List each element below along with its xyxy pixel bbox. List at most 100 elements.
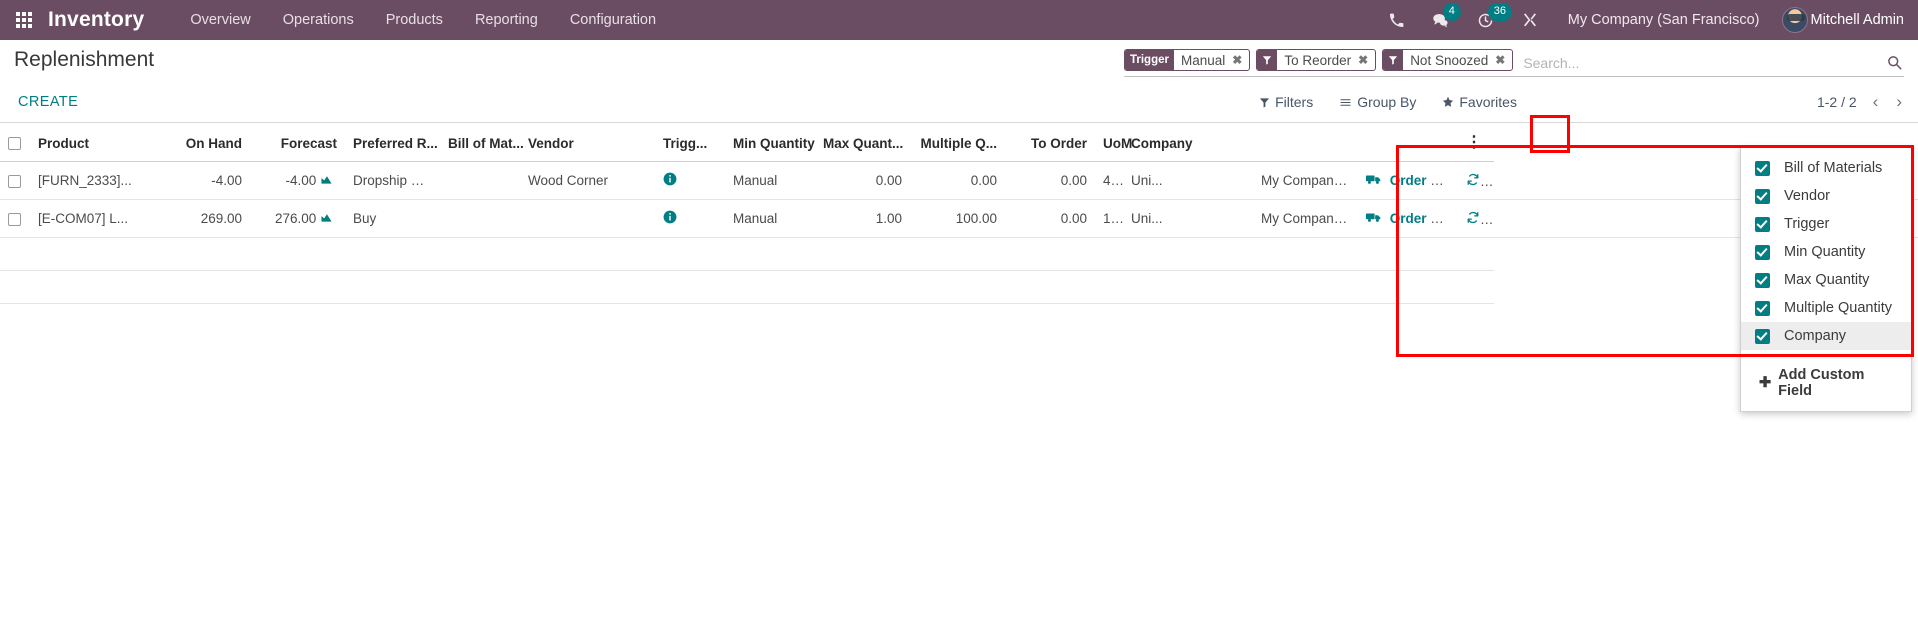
checkbox-checked-icon[interactable] [1755, 272, 1770, 288]
add-custom-field-button[interactable]: ✚ Add Custom Field [1741, 357, 1911, 411]
search-input[interactable] [1519, 49, 1877, 76]
facet-value: Manual [1180, 52, 1226, 68]
checkbox-checked-icon[interactable] [1755, 244, 1770, 260]
table-row[interactable]: [FURN_2333]... -4.00 -4.00 Dropship Su..… [0, 161, 1918, 200]
activities-clock-icon[interactable]: 36 [1477, 2, 1512, 29]
column-forecast[interactable]: Forecast [250, 123, 345, 162]
phone-icon[interactable] [1389, 13, 1404, 28]
debug-tools-icon[interactable] [1522, 12, 1538, 28]
order-once-button[interactable]: Order Once [1366, 173, 1458, 188]
column-preferred-route[interactable]: Preferred R... [345, 123, 440, 162]
group-by-menu-label: Group By [1357, 94, 1417, 110]
column-bill-of-materials[interactable]: Bill of Mat... [440, 123, 524, 162]
facet-not-snoozed[interactable]: Not Snoozed ✖ [1382, 49, 1514, 71]
pager-counter: 1-2 / 2 [1816, 94, 1857, 110]
dropdown-item-company[interactable]: Company [1741, 322, 1911, 350]
cell-automate: Auto [1458, 161, 1494, 200]
pager-previous-icon[interactable]: ‹ [1871, 92, 1881, 112]
column-max-quantity[interactable]: Max Quant... [815, 123, 910, 162]
dropdown-item-vendor[interactable]: Vendor [1741, 182, 1911, 210]
optional-columns-toggle-icon[interactable]: ⋮ [1466, 134, 1482, 151]
cell-order-once: Order Once [1358, 161, 1458, 200]
messages-icon[interactable]: 4 [1432, 2, 1461, 29]
replenishment-table: Product On Hand Forecast Preferred R... … [0, 123, 1918, 304]
forecast-report-icon[interactable] [320, 173, 333, 188]
column-vendor[interactable]: Vendor [520, 123, 655, 162]
menu-products[interactable]: Products [370, 0, 459, 40]
row-select-cell [0, 199, 30, 238]
cell-multiple-quantity: 0.00 [1005, 161, 1095, 200]
dropdown-item-label: Max Quantity [1784, 272, 1870, 288]
column-uom[interactable]: UoM [1095, 123, 1132, 162]
optional-columns-header: ⋮ [1458, 123, 1494, 162]
create-button[interactable]: CREATE [14, 90, 86, 114]
menu-overview[interactable]: Overview [174, 0, 266, 40]
facet-remove-icon[interactable]: ✖ [1356, 50, 1375, 70]
dropdown-item-max-quantity[interactable]: Max Quantity [1741, 266, 1911, 294]
cell-on-hand: 269.00 [160, 199, 250, 238]
filters-menu-label: Filters [1275, 94, 1314, 110]
column-product[interactable]: Product [30, 123, 160, 162]
apps-grid-icon[interactable] [16, 12, 32, 28]
filters-menu[interactable]: Filters [1259, 94, 1313, 110]
dropdown-item-multiple-quantity[interactable]: Multiple Quantity [1741, 294, 1911, 322]
menu-configuration[interactable]: Configuration [554, 0, 672, 40]
column-company[interactable]: Company [1123, 123, 1253, 162]
pager-next-icon[interactable]: › [1894, 92, 1904, 112]
cell-product: [FURN_2333]... [30, 161, 160, 200]
forecast-report-icon[interactable] [320, 211, 333, 226]
checkbox-checked-icon[interactable] [1755, 328, 1770, 344]
menu-operations[interactable]: Operations [267, 0, 370, 40]
optional-columns-dropdown[interactable]: Bill of Materials Vendor Trigger Min Qua… [1740, 147, 1912, 412]
empty-row [0, 237, 1918, 271]
facet-value: To Reorder [1284, 52, 1352, 68]
cell-max-quantity: 0.00 [910, 161, 1005, 200]
dropdown-item-trigger[interactable]: Trigger [1741, 210, 1911, 238]
pager: 1-2 / 2 ‹ › [1817, 92, 1904, 112]
cell-on-hand: -4.00 [160, 161, 250, 200]
avatar [1781, 7, 1808, 33]
facet-remove-icon[interactable]: ✖ [1230, 50, 1249, 70]
menu-reporting[interactable]: Reporting [459, 0, 554, 40]
column-multiple-quantity[interactable]: Multiple Q... [910, 123, 1005, 162]
column-to-order[interactable]: To Order [1005, 123, 1095, 162]
cell-company: My Company... [1253, 161, 1358, 200]
column-on-hand[interactable]: On Hand [160, 123, 250, 162]
facet-to-reorder[interactable]: To Reorder ✖ [1256, 49, 1377, 71]
checkbox-checked-icon[interactable] [1755, 300, 1770, 316]
info-icon[interactable] [663, 210, 677, 227]
group-by-menu[interactable]: Group By [1339, 94, 1416, 110]
search-icon[interactable] [1877, 49, 1904, 76]
column-min-quantity[interactable]: Min Quantity [725, 123, 815, 162]
facet-label: Trigger [1125, 50, 1174, 70]
column-trigger[interactable]: Trigg... [655, 123, 725, 162]
search-view[interactable]: Trigger Manual ✖ To Reorder ✖ Not Snooze… [1124, 49, 1904, 77]
app-brand-inventory[interactable]: Inventory [48, 8, 144, 32]
checkbox-checked-icon[interactable] [1755, 216, 1770, 232]
facet-remove-icon[interactable]: ✖ [1493, 50, 1512, 70]
checkbox-checked-icon[interactable] [1755, 188, 1770, 204]
row-checkbox[interactable] [8, 212, 21, 226]
automate-button[interactable]: Auto [1466, 211, 1494, 227]
dropdown-item-label: Bill of Materials [1784, 160, 1883, 176]
info-icon[interactable] [663, 172, 677, 189]
user-menu[interactable]: Mitchell Admin [1781, 7, 1904, 33]
table-row[interactable]: [E-COM07] L... 269.00 276.00 Buy Manual … [0, 199, 1918, 238]
dropdown-item-bill-of-materials[interactable]: Bill of Materials [1741, 154, 1911, 182]
cell-bill-of-materials [440, 161, 520, 200]
user-name: Mitchell Admin [1810, 12, 1904, 28]
refresh-icon [1466, 173, 1484, 189]
company-switcher[interactable]: My Company (San Francisco) [1568, 12, 1760, 28]
automate-button[interactable]: Auto [1466, 173, 1494, 189]
column-automate [1358, 123, 1458, 162]
favorites-menu[interactable]: Favorites [1442, 94, 1517, 110]
row-checkbox[interactable] [8, 174, 21, 188]
select-all-checkbox[interactable] [8, 137, 21, 151]
cell-preferred-route: Dropship Su... [345, 161, 440, 200]
row-select-cell [0, 161, 30, 200]
order-once-button[interactable]: Order Once [1366, 211, 1458, 226]
checkbox-checked-icon[interactable] [1755, 160, 1770, 176]
facet-trigger-manual[interactable]: Trigger Manual ✖ [1124, 49, 1251, 71]
activities-badge-count: 36 [1487, 2, 1512, 21]
dropdown-item-min-quantity[interactable]: Min Quantity [1741, 238, 1911, 266]
